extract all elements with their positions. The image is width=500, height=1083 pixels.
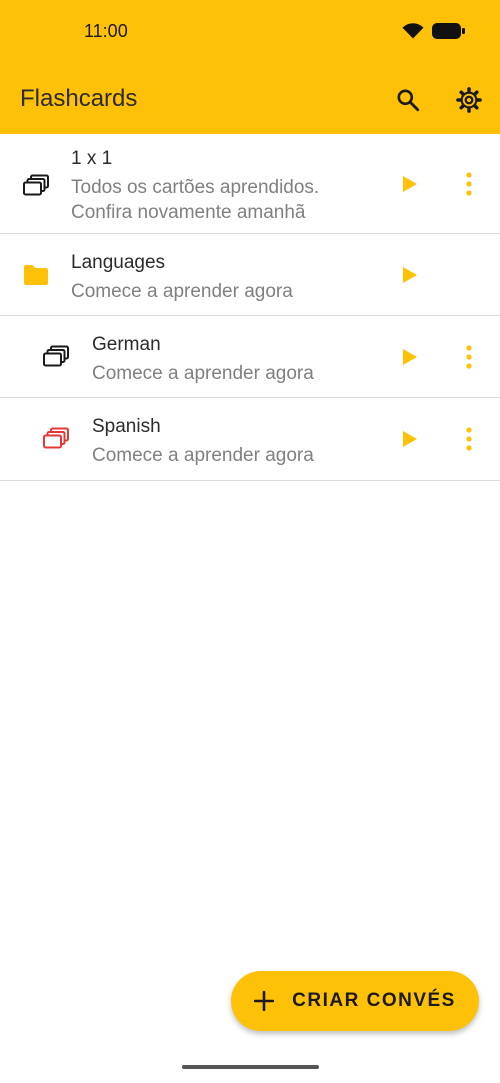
search-icon bbox=[397, 89, 420, 112]
deck-title: 1 x 1 bbox=[71, 148, 113, 169]
deck-row-1x1[interactable]: 1 x 1 Todos os cartões aprendidos. Confi… bbox=[0, 134, 500, 234]
deck-status-line2: Confira novamente amanhã bbox=[71, 202, 306, 223]
more-vertical-icon bbox=[466, 172, 472, 196]
app-title: Flashcards bbox=[20, 85, 138, 112]
deck-title: German bbox=[92, 334, 161, 355]
play-icon bbox=[403, 349, 417, 365]
more-options-button[interactable] bbox=[458, 343, 480, 371]
deck-status: Comece a aprender agora bbox=[92, 445, 314, 466]
status-time: 11:00 bbox=[84, 21, 128, 41]
deck-status-line1: Todos os cartões aprendidos. bbox=[71, 177, 320, 198]
deck-list: 1 x 1 Todos os cartões aprendidos. Confi… bbox=[0, 134, 500, 481]
status-icons bbox=[402, 22, 466, 40]
play-button[interactable] bbox=[399, 173, 421, 195]
play-icon bbox=[403, 176, 417, 192]
battery-icon bbox=[432, 23, 465, 39]
home-indicator[interactable] bbox=[182, 1065, 319, 1069]
app-screen: 11:00 Flashcards 1 x 1 Todos os cartões … bbox=[0, 0, 500, 1083]
folder-icon bbox=[20, 259, 52, 291]
create-deck-button[interactable]: CRIAR CONVÉS bbox=[231, 971, 479, 1031]
deck-title: Spanish bbox=[92, 416, 161, 437]
folder-title: Languages bbox=[71, 252, 166, 273]
play-icon bbox=[403, 431, 417, 447]
more-vertical-icon bbox=[466, 427, 472, 451]
folder-row-languages[interactable]: Languages Comece a aprender agora bbox=[0, 234, 500, 316]
play-button[interactable] bbox=[399, 346, 421, 368]
search-button[interactable] bbox=[392, 84, 424, 116]
play-icon bbox=[403, 267, 417, 283]
wifi-icon bbox=[402, 23, 424, 39]
gear-icon bbox=[456, 87, 482, 113]
deck-row-german[interactable]: German Comece a aprender agora bbox=[0, 316, 500, 398]
deck-icon bbox=[40, 423, 72, 455]
deck-icon bbox=[40, 341, 72, 373]
play-button[interactable] bbox=[399, 264, 421, 286]
more-vertical-icon bbox=[466, 345, 472, 369]
create-deck-label: CRIAR CONVÉS bbox=[292, 990, 456, 1011]
plus-icon bbox=[254, 991, 275, 1011]
more-options-button[interactable] bbox=[458, 170, 480, 198]
deck-status: Comece a aprender agora bbox=[92, 363, 314, 384]
deck-row-spanish[interactable]: Spanish Comece a aprender agora bbox=[0, 398, 500, 481]
more-options-button[interactable] bbox=[458, 425, 480, 453]
play-button[interactable] bbox=[399, 428, 421, 450]
settings-button[interactable] bbox=[453, 84, 485, 116]
folder-status: Comece a aprender agora bbox=[71, 281, 293, 302]
app-header: 11:00 Flashcards bbox=[0, 0, 500, 134]
deck-icon bbox=[20, 170, 52, 202]
